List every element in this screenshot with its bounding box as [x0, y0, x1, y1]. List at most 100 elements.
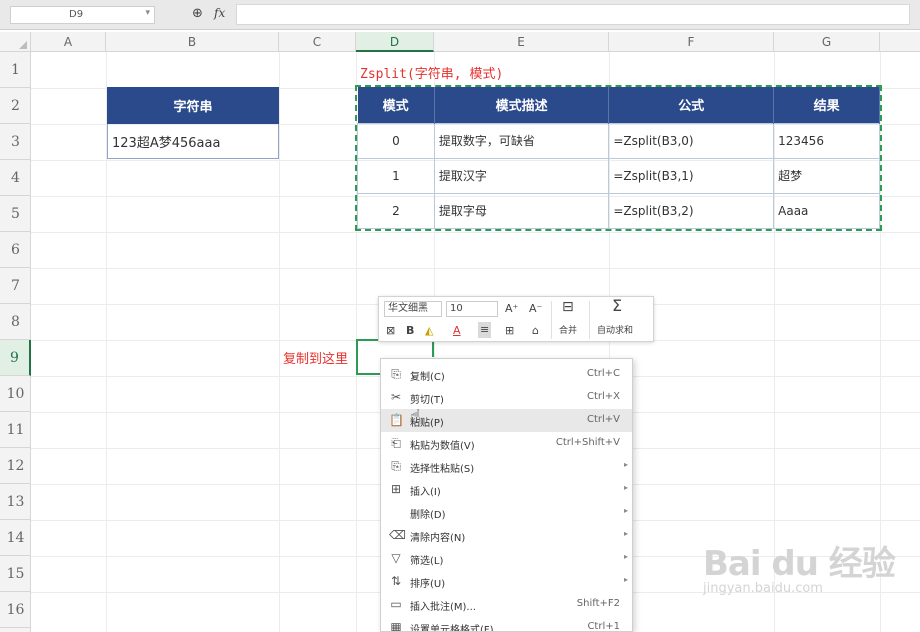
- font-size-select[interactable]: 10: [446, 301, 498, 317]
- chevron-right-icon: ▸: [623, 529, 628, 538]
- context-menu-item[interactable]: ⇅ 排序(U) ▸: [381, 570, 632, 593]
- row-header-12[interactable]: 12: [0, 448, 31, 484]
- column-header-g[interactable]: G: [774, 32, 880, 52]
- context-menu-item[interactable]: 删除(D) ▸: [381, 501, 632, 524]
- fx-icon[interactable]: fx: [214, 6, 225, 20]
- column-headers: A B C D E F G: [0, 32, 920, 52]
- mini-toolbar: 华文细黑 10 A⁺ A⁻ ⊟ 合并 Σ 自动求和 ⊠ B ◭ A ≡ ⊞ ⌂: [378, 296, 654, 342]
- description-cell[interactable]: 提取汉字: [433, 157, 610, 194]
- formula-cell[interactable]: =Zsplit(B3,0): [608, 122, 775, 159]
- filter-icon: ▽: [391, 551, 401, 565]
- mode-cell[interactable]: 2: [357, 192, 435, 229]
- comment-icon: ▭: [390, 597, 402, 611]
- context-menu-item[interactable]: ▽ 筛选(L) ▸: [381, 547, 632, 570]
- context-menu-shortcut: Ctrl+X: [586, 391, 620, 402]
- context-menu-shortcut: Ctrl+1: [587, 621, 620, 632]
- row-header-7[interactable]: 7: [0, 268, 31, 304]
- row-header-3[interactable]: 3: [0, 124, 31, 160]
- formula-cell[interactable]: =Zsplit(B3,1): [608, 157, 775, 194]
- header-formula[interactable]: 公式: [608, 87, 775, 123]
- row-header-13[interactable]: 13: [0, 484, 31, 520]
- result-cell[interactable]: 超梦: [773, 157, 880, 194]
- string-table-cell[interactable]: 123超A梦456aaa: [107, 123, 279, 159]
- border-icon[interactable]: ⊞: [505, 323, 514, 339]
- chevron-right-icon: ▸: [623, 506, 628, 515]
- row-header-8[interactable]: 8: [0, 304, 31, 340]
- result-cell[interactable]: Aaaa: [773, 192, 880, 229]
- format-icon: ▦: [390, 620, 402, 632]
- column-header-f[interactable]: F: [609, 32, 774, 52]
- grow-font-button[interactable]: A⁺: [505, 301, 518, 317]
- context-menu-item[interactable]: ⎘ 复制(C) Ctrl+C: [381, 363, 632, 386]
- row-header-5[interactable]: 5: [0, 196, 31, 232]
- autosum-button[interactable]: 自动求和: [597, 323, 633, 339]
- font-color-icon[interactable]: A: [453, 323, 461, 339]
- result-cell[interactable]: 123456: [773, 122, 880, 159]
- clear-format-icon[interactable]: ⌂: [532, 323, 539, 339]
- context-menu-label: 剪切(T): [410, 395, 444, 406]
- clear-icon: ⌫: [389, 528, 406, 542]
- merge-icon[interactable]: ⊟: [562, 299, 574, 315]
- context-menu-label: 删除(D): [410, 510, 446, 521]
- row-header-16[interactable]: 16: [0, 592, 31, 628]
- merge-button[interactable]: 合并: [559, 323, 577, 339]
- context-menu-label: 筛选(L): [410, 556, 444, 567]
- paste-icon: 📋: [389, 413, 404, 427]
- paste-values-icon: ⎗: [391, 436, 401, 450]
- column-header-c[interactable]: C: [279, 32, 356, 52]
- row-header-9[interactable]: 9: [0, 340, 31, 376]
- context-menu-item[interactable]: ⊞ 插入(I) ▸: [381, 478, 632, 501]
- context-menu-label: 清除内容(N): [410, 533, 466, 544]
- context-menu-shortcut: Shift+F2: [576, 598, 620, 609]
- context-menu-item[interactable]: ⌫ 清除内容(N) ▸: [381, 524, 632, 547]
- column-header-a[interactable]: A: [31, 32, 106, 52]
- formula-cell[interactable]: =Zsplit(B3,2): [608, 192, 775, 229]
- watermark-logo: Bai du 经验: [703, 544, 896, 584]
- header-description[interactable]: 模式描述: [434, 87, 610, 123]
- column-header-d[interactable]: D: [356, 32, 434, 52]
- description-cell[interactable]: 提取数字，可缺省: [433, 122, 610, 159]
- bold-button[interactable]: B: [406, 323, 414, 339]
- chevron-right-icon: ▸: [623, 552, 628, 561]
- context-menu-item[interactable]: ⎗ 粘贴为数值(V) Ctrl+Shift+V: [381, 432, 632, 455]
- mode-cell[interactable]: 1: [357, 157, 435, 194]
- header-result[interactable]: 结果: [773, 87, 880, 123]
- context-menu-item[interactable]: ⎘ 选择性粘贴(S) ▸: [381, 455, 632, 478]
- zoom-icon[interactable]: ⊕: [192, 6, 203, 21]
- context-menu-item[interactable]: ▭ 插入批注(M)... Shift+F2: [381, 593, 632, 616]
- formula-input[interactable]: [236, 4, 910, 25]
- mode-cell[interactable]: 0: [357, 122, 435, 159]
- description-cell[interactable]: 提取字母: [433, 192, 610, 229]
- string-table-header[interactable]: 字符串: [107, 87, 279, 124]
- row-header-2[interactable]: 2: [0, 88, 31, 124]
- context-menu-shortcut: Ctrl+Shift+V: [555, 437, 620, 448]
- align-icon[interactable]: ≡: [478, 322, 492, 338]
- header-mode[interactable]: 模式: [357, 87, 435, 123]
- sigma-icon[interactable]: Σ: [612, 298, 622, 314]
- row-header-11[interactable]: 11: [0, 412, 31, 448]
- context-menu-item[interactable]: ▦ 设置单元格格式(F)... Ctrl+1: [381, 616, 632, 632]
- fill-color-icon[interactable]: ◭: [425, 323, 433, 339]
- context-menu-label: 粘贴为数值(V): [410, 441, 475, 452]
- row-header-1[interactable]: 1: [0, 52, 31, 88]
- column-header-b[interactable]: B: [106, 32, 279, 52]
- row-header-15[interactable]: 15: [0, 556, 31, 592]
- font-family-select[interactable]: 华文细黑: [384, 301, 442, 317]
- row-header-6[interactable]: 6: [0, 232, 31, 268]
- row-header-14[interactable]: 14: [0, 520, 31, 556]
- format-brush-icon[interactable]: ⊠: [386, 323, 395, 339]
- shrink-font-button[interactable]: A⁻: [529, 301, 542, 317]
- row-header-10[interactable]: 10: [0, 376, 31, 412]
- annotation-connector-bottom: [356, 373, 380, 375]
- cut-icon: ✂: [390, 390, 402, 404]
- string-table: 字符串 123超A梦456aaa: [107, 87, 279, 159]
- paste-special-icon: ⎘: [391, 459, 401, 473]
- paste-here-annotation: 复制到这里: [283, 352, 349, 367]
- select-all-corner[interactable]: [0, 32, 31, 52]
- chevron-down-icon[interactable]: ▾: [145, 8, 150, 18]
- chevron-right-icon: ▸: [623, 460, 628, 469]
- row-header-4[interactable]: 4: [0, 160, 31, 196]
- name-box[interactable]: D9 ▾: [10, 6, 155, 24]
- name-box-value: D9: [69, 9, 84, 20]
- column-header-e[interactable]: E: [434, 32, 609, 52]
